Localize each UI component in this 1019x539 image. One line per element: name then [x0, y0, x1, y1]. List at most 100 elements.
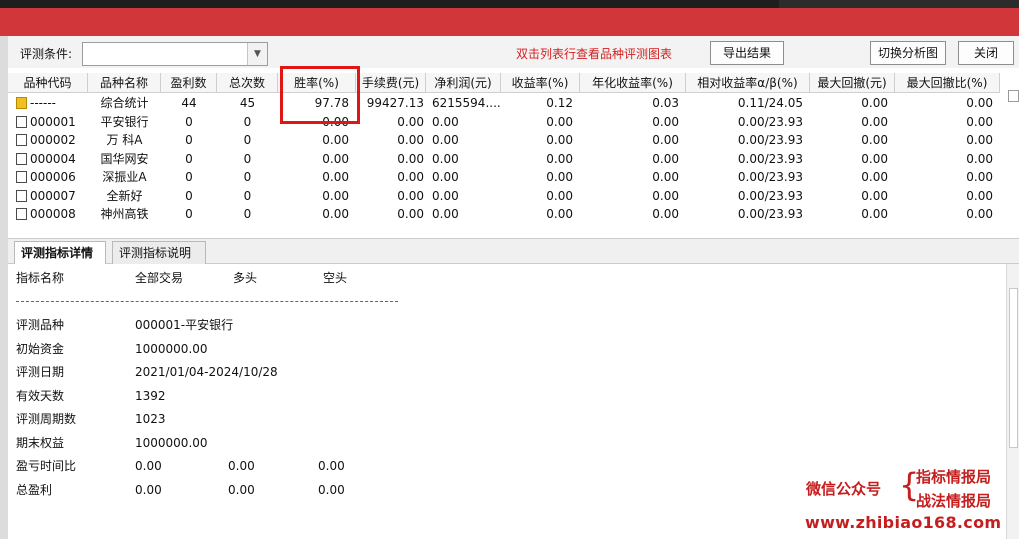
- column-header-net-profit[interactable]: 净利润(元): [426, 73, 501, 92]
- tab-metric-details[interactable]: 评测指标详情: [14, 241, 106, 264]
- detail-tabs: 评测指标详情 评测指标说明: [8, 238, 1019, 264]
- table-row[interactable]: 000001 平安银行 0 0 0.00 0.00 0.00 0.00 0.00 0.00/23.…: [8, 113, 1000, 131]
- cell-win: 0: [185, 188, 193, 203]
- table-row[interactable]: 000008 神州高铁 0 0 0.00 0.00 0.00 0.00 0.00 0.00/23.…: [8, 205, 1000, 223]
- cell-ann: 0.00: [652, 151, 679, 166]
- title-bar[interactable]: [0, 8, 1019, 36]
- detail-scrollbar-thumb[interactable]: [1009, 288, 1018, 448]
- results-table[interactable]: 品种代码 品种名称 盈利数 总次数 胜率(%) 手续费(元) 净利润(元) 收益…: [8, 68, 1000, 232]
- detail-label: 评测品种: [16, 318, 65, 332]
- table-scroll-handle[interactable]: [1008, 90, 1019, 102]
- watermark: 微信公众号 { 指标情报局 战法情报局 www.zhibiao168.com: [800, 464, 1019, 539]
- column-header-total[interactable]: 总次数: [217, 73, 278, 92]
- cell-total: 0: [243, 207, 252, 221]
- detail-v1: 1000000.00: [135, 341, 208, 356]
- cell-win: 0: [185, 151, 193, 166]
- cell-total: 0: [243, 151, 252, 166]
- cell-rel: 0.00/23.93: [737, 188, 803, 203]
- cell-code-text: 000001: [30, 114, 76, 129]
- cell-rel: 0.00/23.93: [737, 151, 803, 166]
- table-row[interactable]: ------ 综合统计 44 45 97.78 99427.13 6215594.... 0.…: [8, 94, 1000, 112]
- cell-fee: 99427.13: [366, 96, 424, 110]
- cell-ddr: 0.00: [966, 151, 993, 166]
- cell-code: ------: [8, 94, 88, 112]
- win-rate-highlight-box: [280, 66, 360, 124]
- cell-ann: 0.00: [652, 207, 679, 221]
- cell-win: 0: [185, 133, 193, 147]
- cell-name: 国华网安: [100, 151, 149, 166]
- file-icon: [16, 171, 27, 183]
- tab-metric-explanation[interactable]: 评测指标说明: [112, 241, 206, 264]
- cell-code-text: 000007: [30, 188, 76, 203]
- cell-name: 神州高铁: [100, 207, 149, 221]
- cell-ddr: 0.00: [966, 207, 993, 221]
- close-button[interactable]: 关闭: [958, 41, 1014, 65]
- column-header-fee[interactable]: 手续费(元): [356, 73, 426, 92]
- column-header-code[interactable]: 品种代码: [8, 73, 88, 92]
- cell-dd: 0.00: [861, 151, 888, 166]
- file-icon: [16, 152, 27, 165]
- file-icon: [16, 208, 27, 220]
- detail-v3: 0.00: [318, 459, 345, 473]
- window-top-strip-segment: [779, 0, 1019, 8]
- cell-net: 0.00: [432, 170, 459, 184]
- detail-header-all: 全部交易: [135, 271, 184, 285]
- dropdown-arrow-icon[interactable]: ▼: [247, 43, 267, 65]
- cell-ddr: 0.00: [966, 170, 993, 184]
- cell-code-text: 000008: [30, 207, 76, 221]
- cell-ret: 0.12: [546, 96, 573, 110]
- cell-win: 0: [185, 207, 193, 221]
- cell-total: 0: [243, 170, 252, 184]
- table-row[interactable]: 000002 万 科A 0 0 0.00 0.00 0.00 0.00 0.00 0.00/23.…: [8, 131, 1000, 149]
- column-header-wins[interactable]: 盈利数: [161, 73, 217, 92]
- file-icon: [16, 115, 27, 128]
- table-row[interactable]: 000007 全新好 0 0 0.00 0.00 0.00 0.00 0.00 0.00/23.9…: [8, 187, 1000, 205]
- detail-v1: 1392: [135, 388, 166, 403]
- cell-ret: 0.00: [546, 188, 573, 203]
- detail-row: 初始资金 1000000.00: [8, 339, 608, 359]
- table-row[interactable]: 000004 国华网安 0 0 0.00 0.00 0.00 0.00 0.00 0.00/23.…: [8, 150, 1000, 168]
- detail-v1: 000001-平安银行: [135, 318, 234, 332]
- column-header-max-drawdown-ratio[interactable]: 最大回撤比(%): [895, 73, 1000, 92]
- cell-code-text: 000006: [30, 170, 76, 184]
- cell-fee: 0.00: [397, 133, 424, 147]
- watermark-label: 微信公众号: [806, 480, 882, 498]
- cell-dd: 0.00: [861, 133, 888, 147]
- watermark-name-2: 战法情报局: [916, 492, 992, 510]
- summary-icon: [16, 97, 27, 109]
- cell-ann: 0.00: [652, 114, 679, 129]
- cell-net: 6215594....: [432, 96, 501, 110]
- condition-combobox[interactable]: ▼: [82, 42, 268, 66]
- export-button[interactable]: 导出结果: [710, 41, 784, 65]
- cell-dd: 0.00: [861, 96, 888, 110]
- detail-row: 评测周期数 1023: [8, 409, 608, 429]
- cell-code: 000006: [8, 168, 88, 186]
- table-row[interactable]: 000006 深振业A 0 0 0.00 0.00 0.00 0.00 0.00 0.00/23.…: [8, 168, 1000, 186]
- cell-fee: 0.00: [397, 188, 424, 203]
- cell-rate: 0.00: [322, 151, 349, 166]
- cell-name: 综合统计: [100, 96, 149, 110]
- cell-ret: 0.00: [546, 114, 573, 129]
- cell-total: 0: [243, 114, 252, 129]
- column-header-name[interactable]: 品种名称: [88, 73, 161, 92]
- toolbar: 评测条件: ▼ 双击列表行查看品种评测图表 导出结果 切换分析图 关闭: [8, 36, 1019, 68]
- column-header-relative-return[interactable]: 相对收益率α/β(%): [686, 73, 810, 92]
- detail-row: 评测日期 2021/01/04-2024/10/28: [8, 362, 608, 382]
- column-header-annual-return[interactable]: 年化收益率(%): [580, 73, 686, 92]
- detail-header-metric: 指标名称: [16, 271, 65, 285]
- detail-label: 总盈利: [16, 482, 53, 497]
- cell-ret: 0.00: [546, 207, 573, 221]
- condition-label: 评测条件:: [20, 47, 73, 61]
- cell-rel: 0.11/24.05: [737, 96, 803, 110]
- detail-header-short: 空头: [323, 271, 348, 285]
- cell-code: 000004: [8, 150, 88, 168]
- cell-net: 0.00: [432, 207, 459, 221]
- detail-label: 期末权益: [16, 435, 65, 450]
- detail-v1: 2021/01/04-2024/10/28: [135, 365, 278, 379]
- column-header-return[interactable]: 收益率(%): [501, 73, 580, 92]
- cell-ddr: 0.00: [966, 114, 993, 129]
- cell-fee: 0.00: [397, 207, 424, 221]
- cell-ann: 0.00: [652, 170, 679, 184]
- switch-chart-button[interactable]: 切换分析图: [870, 41, 946, 65]
- column-header-max-drawdown[interactable]: 最大回撤(元): [810, 73, 895, 92]
